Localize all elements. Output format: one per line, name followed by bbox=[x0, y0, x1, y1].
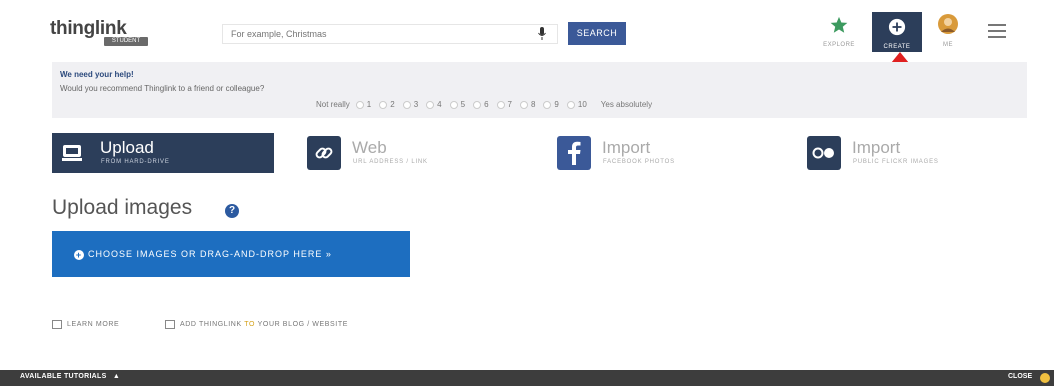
radio-4[interactable] bbox=[426, 100, 435, 109]
radio-9[interactable] bbox=[543, 100, 552, 109]
scale-label-10: 10 bbox=[577, 100, 587, 109]
source-web[interactable]: Web URL ADDRESS / LINK bbox=[304, 133, 504, 173]
top-header: thinglink STUDENT SEARCH EXPLORE CREATE bbox=[0, 0, 1054, 60]
plus-icon: + bbox=[74, 249, 84, 260]
scale-label-5: 5 bbox=[460, 100, 466, 109]
chevron-up-icon: ▲ bbox=[112, 373, 121, 380]
source-facebook-subtitle: FACEBOOK PHOTOS bbox=[603, 159, 675, 165]
survey-title: We need your help! bbox=[60, 70, 134, 79]
nav-me[interactable]: ME bbox=[930, 14, 966, 50]
nav-explore[interactable]: EXPLORE bbox=[816, 14, 862, 50]
available-tutorials-toggle[interactable]: AVAILABLE TUTORIALS ▲ bbox=[20, 373, 120, 380]
radio-2[interactable] bbox=[379, 100, 388, 109]
flickr-icon bbox=[807, 136, 841, 170]
microphone-icon[interactable] bbox=[537, 27, 547, 41]
nav-explore-label: EXPLORE bbox=[823, 42, 855, 48]
help-icon[interactable]: ? bbox=[225, 204, 239, 218]
tile-icon-wrap-facebook bbox=[554, 133, 594, 173]
student-badge: STUDENT bbox=[104, 37, 148, 46]
add-to-label: TO bbox=[244, 321, 256, 328]
choose-images-button[interactable]: + CHOOSE IMAGES OR DRAG-AND-DROP HERE » bbox=[52, 231, 410, 277]
search-input[interactable] bbox=[222, 24, 558, 44]
source-flickr-subtitle: PUBLIC FLICKR IMAGES bbox=[853, 159, 939, 165]
close-tutorials-button[interactable]: CLOSE bbox=[1008, 373, 1032, 380]
choose-images-label: CHOOSE IMAGES OR DRAG-AND-DROP HERE » bbox=[88, 249, 332, 259]
upload-images-heading: Upload images bbox=[52, 196, 193, 219]
hamburger-menu-icon[interactable] bbox=[988, 24, 1006, 38]
add-suffix-label: YOUR BLOG / WEBSITE bbox=[257, 321, 348, 328]
radio-3[interactable] bbox=[402, 100, 411, 109]
source-flickr-title: Import bbox=[852, 138, 901, 157]
scale-label-2: 2 bbox=[390, 100, 395, 109]
source-upload-subtitle: FROM HARD-DRIVE bbox=[101, 159, 170, 165]
survey-low-label: Not really bbox=[316, 100, 350, 109]
tutorials-bar: AVAILABLE TUTORIALS ▲ CLOSE bbox=[0, 370, 1054, 386]
plus-circle-icon bbox=[888, 18, 906, 36]
nav-create-label: CREATE bbox=[883, 44, 911, 50]
source-facebook-title: Import bbox=[602, 138, 651, 157]
tile-icon-wrap-flickr bbox=[804, 133, 844, 173]
close-icon[interactable] bbox=[1040, 373, 1050, 383]
nav-create[interactable]: CREATE bbox=[872, 12, 922, 52]
add-thinglink-label: ADD THINGLINK bbox=[180, 321, 242, 328]
embed-icon bbox=[165, 320, 175, 329]
book-icon bbox=[52, 320, 62, 329]
radio-10[interactable] bbox=[566, 100, 575, 109]
scale-label-1: 1 bbox=[366, 100, 372, 109]
add-to-blog-link[interactable]: ADD THINGLINK TO YOUR BLOG / WEBSITE bbox=[165, 320, 348, 329]
learn-more-link[interactable]: LEARN MORE bbox=[52, 320, 119, 329]
hard-drive-icon bbox=[62, 145, 82, 161]
radio-8[interactable] bbox=[519, 100, 528, 109]
scale-label-6: 6 bbox=[484, 100, 489, 109]
scale-label-9: 9 bbox=[554, 100, 559, 109]
page: thinglink STUDENT SEARCH EXPLORE CREATE bbox=[0, 0, 1054, 386]
survey-scale: Not really 1 2 3 4 5 6 7 8 9 10 Yes abso… bbox=[316, 100, 652, 109]
survey-high-label: Yes absolutely bbox=[600, 100, 653, 109]
learn-more-label: LEARN MORE bbox=[67, 321, 120, 328]
tile-icon-wrap-web bbox=[304, 133, 344, 173]
source-web-subtitle: URL ADDRESS / LINK bbox=[353, 159, 428, 165]
scale-label-7: 7 bbox=[507, 100, 512, 109]
avatar bbox=[938, 14, 958, 34]
source-web-title: Web bbox=[352, 138, 387, 157]
source-upload-title: Upload bbox=[100, 138, 154, 157]
radio-5[interactable] bbox=[449, 100, 458, 109]
radio-6[interactable] bbox=[473, 100, 482, 109]
scale-label-8: 8 bbox=[530, 100, 536, 109]
survey-question: Would you recommend Thinglink to a frien… bbox=[60, 84, 265, 93]
source-flickr[interactable]: Import PUBLIC FLICKR IMAGES bbox=[804, 133, 1004, 173]
feedback-survey: We need your help! Would you recommend T… bbox=[52, 62, 1027, 118]
facebook-icon bbox=[557, 136, 591, 170]
tile-icon-wrap-upload bbox=[52, 133, 92, 173]
source-upload[interactable]: Upload FROM HARD-DRIVE bbox=[52, 133, 274, 173]
nav-me-label: ME bbox=[943, 42, 953, 48]
available-tutorials-label: AVAILABLE TUTORIALS bbox=[20, 373, 107, 380]
radio-7[interactable] bbox=[496, 100, 505, 109]
source-facebook[interactable]: Import FACEBOOK PHOTOS bbox=[554, 133, 754, 173]
star-icon bbox=[830, 16, 848, 33]
scale-label-4: 4 bbox=[437, 100, 442, 109]
scale-label-3: 3 bbox=[413, 100, 419, 109]
search-button[interactable]: SEARCH bbox=[568, 22, 626, 45]
link-icon bbox=[307, 136, 341, 170]
radio-1[interactable] bbox=[355, 100, 364, 109]
